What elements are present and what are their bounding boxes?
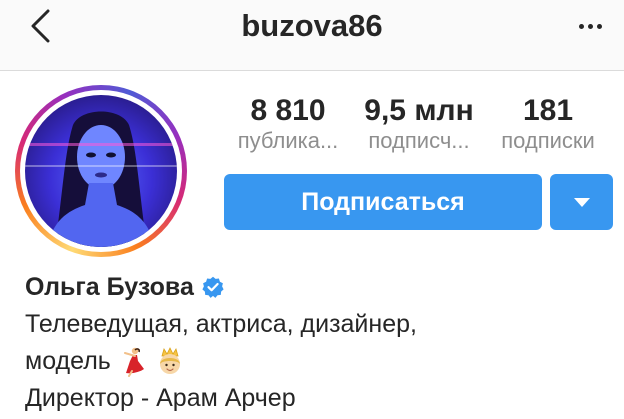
profile-username: buzova86: [241, 8, 383, 43]
avatar: [25, 95, 177, 247]
profile-screen: buzova86 8 810 публика... 9,5 млн подпис…: [0, 0, 624, 419]
top-bar: buzova86: [0, 0, 624, 71]
verified-badge-icon: [202, 276, 224, 298]
bio-line-2: модель: [25, 343, 615, 380]
caret-down-icon: [573, 197, 590, 207]
following-label: подписки: [501, 128, 595, 153]
avatar-story-ring[interactable]: [15, 85, 187, 257]
following-count: 181: [522, 94, 574, 127]
avatar-image: [25, 111, 177, 247]
more-horizontal-icon: [578, 23, 584, 29]
dancer-emoji-icon: [123, 348, 144, 378]
more-options-button[interactable]: [572, 8, 608, 44]
princess-emoji-icon: [159, 347, 180, 375]
suggestions-dropdown-button[interactable]: [550, 174, 613, 230]
posts-label: публика...: [237, 128, 339, 153]
stat-posts[interactable]: 8 810 публика...: [226, 94, 350, 154]
profile-bio: Ольга Бузова Телеведущая, актриса, дизай…: [25, 268, 615, 417]
bio-line-3: Директор - Арам Арчер: [25, 384, 296, 412]
posts-count: 8 810: [250, 94, 326, 127]
followers-label: подписч...: [368, 128, 470, 153]
stat-following[interactable]: 181 подписки: [490, 94, 606, 154]
followers-count: 9,5 млн: [364, 94, 474, 127]
full-name: Ольга Бузова: [25, 272, 194, 301]
follow-button[interactable]: Подписаться: [224, 174, 542, 230]
stat-followers[interactable]: 9,5 млн подписч...: [354, 94, 484, 154]
bio-line-1: Телеведущая, актриса, дизайнер,: [25, 310, 417, 338]
bio-line-2-text: модель: [25, 347, 111, 375]
